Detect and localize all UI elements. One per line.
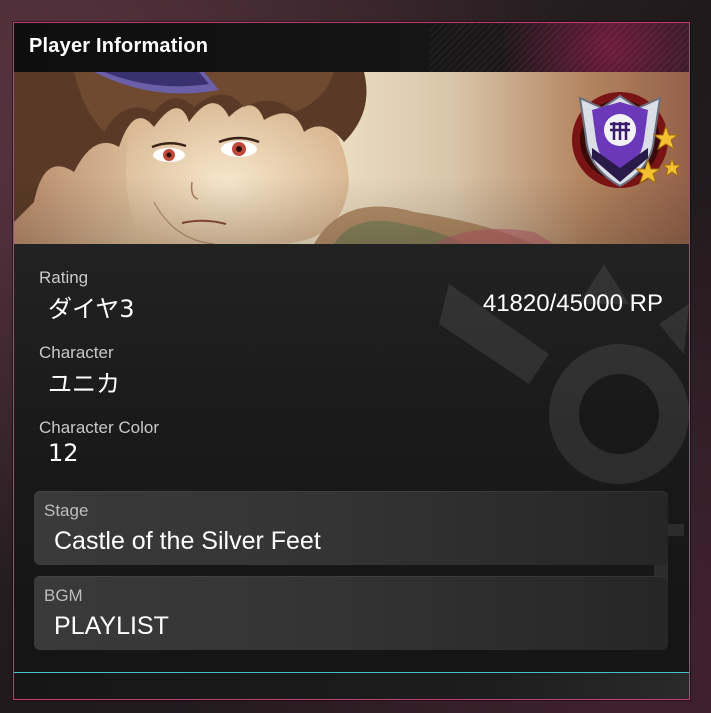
character-label: Character bbox=[39, 343, 114, 362]
rating-label: Rating bbox=[39, 268, 89, 287]
character-value: ユニカ bbox=[48, 370, 120, 398]
character-color-label: Character Color bbox=[39, 418, 159, 437]
stage-card[interactable]: Stage Castle of the Silver Feet bbox=[34, 491, 668, 565]
panel-footer bbox=[14, 672, 689, 699]
bgm-label: BGM bbox=[44, 586, 83, 605]
diamond-rank-emblem-icon bbox=[572, 92, 683, 188]
stage-label: Stage bbox=[44, 501, 89, 520]
stage-value: Castle of the Silver Feet bbox=[54, 527, 321, 555]
character-color-value: 12 bbox=[48, 439, 79, 467]
info-content: Rating ダイヤ3 41820/45000 RP Character ユニカ… bbox=[14, 244, 689, 699]
character-banner bbox=[14, 72, 689, 244]
rating-value: ダイヤ3 bbox=[48, 295, 135, 323]
panel-header: Player Information bbox=[14, 23, 689, 72]
bgm-card[interactable]: BGM PLAYLIST bbox=[34, 576, 668, 650]
bgm-value: PLAYLIST bbox=[54, 612, 169, 640]
header-decoration bbox=[429, 23, 689, 72]
panel-title: Player Information bbox=[29, 35, 209, 57]
player-information-panel: Player Information Rating ダイヤ3 41820/450… bbox=[13, 22, 690, 700]
rating-points: 41820/45000 RP bbox=[482, 290, 663, 317]
